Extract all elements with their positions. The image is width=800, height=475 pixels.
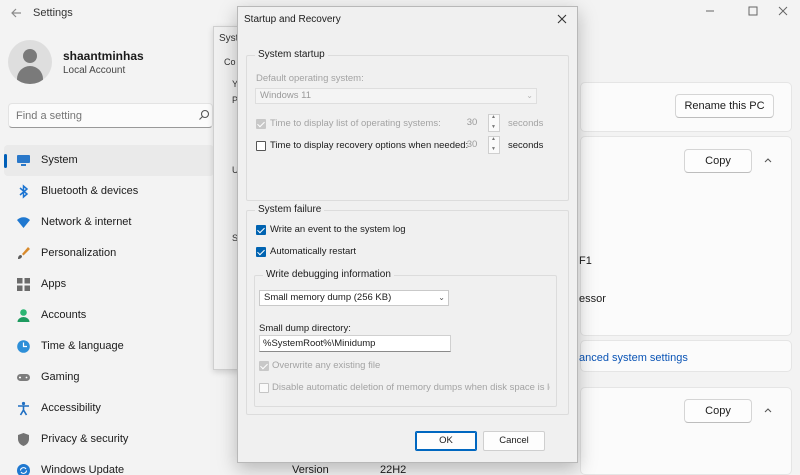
time-recovery-value[interactable]: 30 [457, 137, 487, 153]
time-recovery-spinner[interactable] [488, 136, 500, 154]
sidebar-nav: System Bluetooth & devices Network & int… [4, 145, 214, 475]
disable-auto-delete-label: Disable automatic deletion of memory dum… [272, 382, 550, 393]
chevron-down-icon: ⌄ [526, 91, 533, 100]
time-list-checkbox[interactable] [256, 119, 266, 129]
default-os-select[interactable]: Windows 11 ⌄ [255, 88, 537, 104]
dump-dir-input[interactable] [259, 335, 451, 352]
advanced-system-settings-link[interactable]: anced system settings [579, 352, 688, 364]
back-arrow-icon[interactable] [8, 6, 24, 22]
bluetooth-icon [16, 184, 31, 199]
monitor-icon [16, 153, 31, 168]
chevron-down-icon: ⌄ [438, 293, 445, 302]
auto-restart-checkbox[interactable] [256, 247, 266, 257]
wifi-icon [16, 215, 31, 230]
sidebar-item-label: Accounts [41, 309, 87, 321]
accessibility-icon [16, 401, 31, 416]
time-list-label: Time to display list of operating system… [270, 118, 441, 129]
spec-fragment-f1: F1 [579, 255, 592, 267]
time-list-spinner[interactable] [488, 114, 500, 132]
write-event-label: Write an event to the system log [270, 224, 406, 235]
group-title: System startup [255, 49, 328, 60]
apps-icon [16, 277, 31, 292]
sidebar-item-gaming[interactable]: Gaming [4, 362, 214, 393]
overwrite-label: Overwrite any existing file [272, 360, 381, 371]
sidebar-item-label: Personalization [41, 247, 117, 259]
dump-dir-label: Small dump directory: [259, 323, 351, 334]
group-title: System failure [255, 204, 325, 215]
search-box[interactable] [8, 103, 213, 128]
search-input[interactable] [16, 107, 196, 125]
sidebar-item-privacy[interactable]: Privacy & security [4, 424, 214, 455]
user-profile[interactable]: shaantminhas Local Account [8, 40, 208, 86]
search-icon[interactable] [198, 109, 210, 121]
sidebar-item-label: System [41, 154, 78, 166]
user-name: shaantminhas [63, 49, 144, 63]
sidebar-item-windows-update[interactable]: Windows Update [4, 455, 214, 475]
time-recovery-checkbox[interactable] [256, 141, 266, 151]
copy-specs-button[interactable]: Copy [684, 149, 752, 173]
close-icon[interactable] [553, 10, 571, 28]
update-icon [16, 463, 31, 475]
sidebar-item-label: Windows Update [41, 464, 125, 475]
globe-clock-icon [16, 339, 31, 354]
time-recovery-label: Time to display recovery options when ne… [270, 140, 469, 151]
chevron-up-icon[interactable] [762, 405, 774, 417]
group-title: Write debugging information [263, 269, 394, 280]
auto-restart-label: Automatically restart [270, 246, 357, 257]
ok-button[interactable]: OK [415, 431, 477, 451]
dialog-title: Startup and Recovery [244, 14, 341, 25]
version-value: 22H2 [380, 464, 407, 475]
startup-recovery-dialog: Startup and Recovery System startup Defa… [237, 6, 578, 463]
sidebar-item-label: Time & language [41, 340, 124, 352]
gamepad-icon [16, 370, 31, 385]
default-os-label: Default operating system: [256, 73, 364, 84]
disable-auto-delete-checkbox[interactable] [259, 383, 269, 393]
write-event-checkbox[interactable] [256, 225, 266, 235]
sidebar-item-apps[interactable]: Apps [4, 269, 214, 300]
sidebar-item-accessibility[interactable]: Accessibility [4, 393, 214, 424]
spec-fragment-processor: essor [579, 293, 606, 305]
sidebar-item-time-language[interactable]: Time & language [4, 331, 214, 362]
brush-icon [16, 246, 31, 261]
time-recovery-unit: seconds [508, 140, 544, 151]
sidebar-item-network[interactable]: Network & internet [4, 207, 214, 238]
sidebar-item-accounts[interactable]: Accounts [4, 300, 214, 331]
tab-computer-name[interactable]: Co [224, 57, 236, 67]
time-list-unit: seconds [508, 118, 544, 129]
app-title: Settings [33, 7, 73, 19]
time-list-value[interactable]: 30 [457, 115, 487, 131]
account-type: Local Account [63, 65, 126, 76]
sidebar-item-label: Accessibility [41, 402, 101, 414]
person-icon [16, 308, 31, 323]
sidebar-item-label: Privacy & security [41, 433, 129, 445]
dump-type-value: Small memory dump (256 KB) [264, 292, 392, 303]
shield-icon [16, 432, 31, 447]
sidebar-item-system[interactable]: System [4, 145, 214, 176]
version-label: Version [292, 464, 329, 475]
chevron-up-icon[interactable] [762, 155, 774, 167]
overwrite-checkbox[interactable] [259, 361, 269, 371]
sidebar-item-label: Gaming [41, 371, 80, 383]
copy-windows-specs-button[interactable]: Copy [684, 399, 752, 423]
default-os-value: Windows 11 [260, 90, 312, 101]
dump-type-select[interactable]: Small memory dump (256 KB) ⌄ [259, 290, 449, 306]
rename-pc-button[interactable]: Rename this PC [675, 94, 774, 118]
sidebar-item-label: Apps [41, 278, 67, 290]
sidebar-item-label: Network & internet [41, 216, 132, 228]
avatar [8, 40, 52, 84]
sidebar-item-bluetooth[interactable]: Bluetooth & devices [4, 176, 214, 207]
sidebar-item-label: Bluetooth & devices [41, 185, 139, 197]
cancel-button[interactable]: Cancel [483, 431, 545, 451]
sidebar-item-personalization[interactable]: Personalization [4, 238, 214, 269]
